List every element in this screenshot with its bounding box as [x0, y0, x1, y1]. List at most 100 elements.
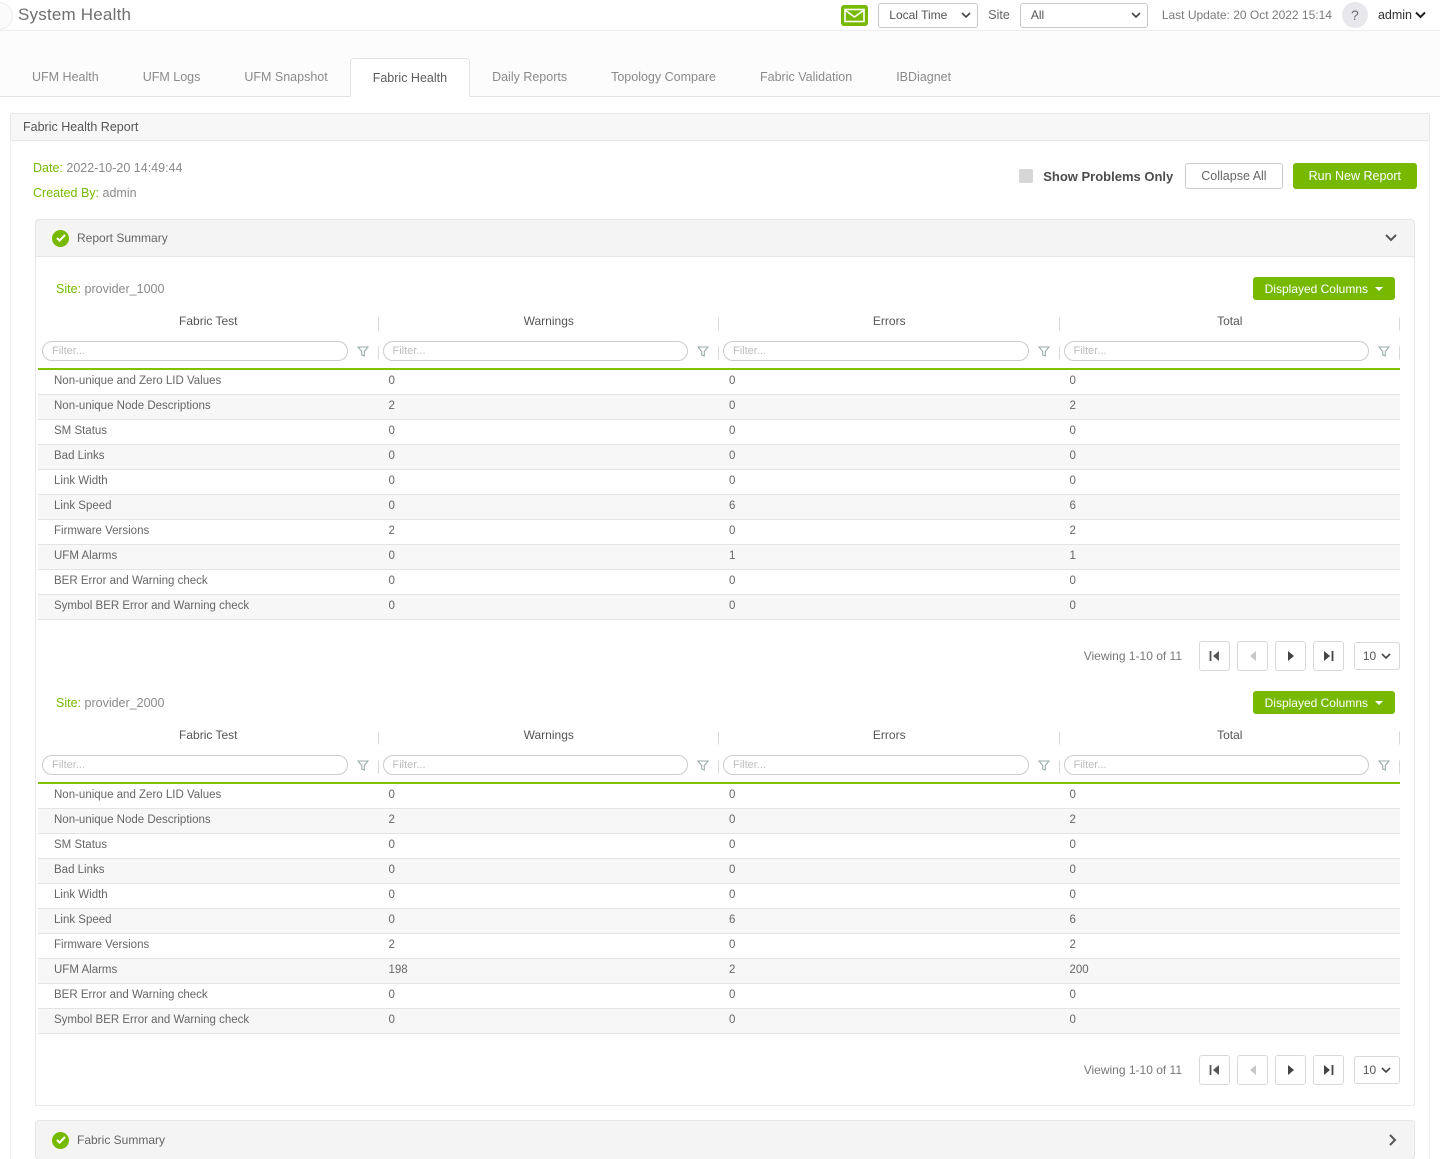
help-question-icon: ? [1351, 7, 1359, 23]
prev-page-button[interactable] [1237, 1055, 1268, 1085]
filter-input[interactable] [42, 341, 348, 361]
tab-ufm-logs[interactable]: UFM Logs [121, 58, 223, 96]
success-check-icon [52, 230, 69, 247]
column-header-total: Total [1060, 724, 1401, 751]
filter-input[interactable] [1064, 341, 1370, 361]
last-update-text: Last Update: 20 Oct 2022 15:14 [1162, 8, 1332, 22]
first-page-button[interactable] [1199, 641, 1230, 671]
run-new-report-button[interactable]: Run New Report [1293, 163, 1417, 189]
filter-funnel-icon[interactable] [1038, 346, 1050, 357]
last-page-button[interactable] [1313, 1055, 1344, 1085]
chevron-down-icon [1415, 11, 1426, 19]
cell-warnings: 2 [379, 809, 720, 834]
prev-page-button[interactable] [1237, 641, 1268, 671]
tab-ibdiagnet[interactable]: IBDiagnet [874, 58, 973, 96]
filter-funnel-icon[interactable] [357, 346, 369, 357]
cell-warnings: 198 [379, 959, 720, 984]
cell-test: Symbol BER Error and Warning check [38, 1009, 379, 1034]
cell-test: Non-unique Node Descriptions [38, 395, 379, 420]
page-size-select[interactable]: 10 [1354, 1056, 1400, 1084]
displayed-columns-button[interactable]: Displayed Columns [1253, 691, 1395, 714]
table-row: BER Error and Warning check000 [38, 984, 1400, 1009]
filter-funnel-icon[interactable] [1038, 760, 1050, 771]
first-page-button[interactable] [1199, 1055, 1230, 1085]
cell-total: 0 [1060, 369, 1401, 395]
table-row: SM Status000 [38, 420, 1400, 445]
cell-errors: 0 [719, 859, 1060, 884]
cell-test: BER Error and Warning check [38, 570, 379, 595]
report-summary-header[interactable]: Report Summary [35, 219, 1415, 257]
cell-total: 0 [1060, 859, 1401, 884]
tab-bar: UFM HealthUFM LogsUFM SnapshotFabric Hea… [0, 31, 1440, 97]
chevron-down-icon [1381, 1067, 1391, 1074]
filter-funnel-icon[interactable] [697, 346, 709, 357]
cell-errors: 0 [719, 984, 1060, 1009]
cell-warnings: 0 [379, 570, 720, 595]
next-page-button[interactable] [1275, 1055, 1306, 1085]
tab-fabric-health[interactable]: Fabric Health [350, 58, 470, 97]
page-size-value: 10 [1363, 649, 1376, 663]
filter-funnel-icon[interactable] [697, 760, 709, 771]
filter-input[interactable] [723, 755, 1029, 775]
filter-input[interactable] [723, 341, 1029, 361]
column-header-warnings: Warnings [379, 724, 720, 751]
fabric-summary-header[interactable]: Fabric Summary [35, 1120, 1415, 1159]
filter-funnel-icon[interactable] [1378, 346, 1390, 357]
site-line: Site: provider_1000 [56, 282, 164, 296]
cell-total: 6 [1060, 495, 1401, 520]
chevron-down-icon [1384, 233, 1398, 243]
filter-input[interactable] [1064, 755, 1370, 775]
page-title: System Health [18, 5, 131, 25]
cell-errors: 2 [719, 959, 1060, 984]
filter-input[interactable] [383, 755, 689, 775]
top-header: System Health Local Time Site All Last U… [0, 0, 1440, 31]
success-check-icon [52, 1132, 69, 1149]
caret-down-icon [1375, 701, 1383, 705]
chevron-down-icon [1381, 653, 1391, 660]
last-page-button[interactable] [1313, 641, 1344, 671]
sidebar-toggle-circle[interactable] [0, 2, 13, 30]
next-page-button[interactable] [1275, 641, 1306, 671]
show-problems-only-checkbox[interactable] [1019, 169, 1033, 183]
table-row: Link Speed066 [38, 495, 1400, 520]
created-by-line: Created By: admin [33, 186, 182, 200]
report-actions: Show Problems Only Collapse All Run New … [1019, 161, 1417, 189]
cell-errors: 0 [719, 834, 1060, 859]
table-row: Bad Links000 [38, 859, 1400, 884]
displayed-columns-button[interactable]: Displayed Columns [1253, 277, 1395, 300]
fabric-summary-title: Fabric Summary [77, 1133, 165, 1147]
mail-icon[interactable] [841, 5, 868, 26]
tab-fabric-validation[interactable]: Fabric Validation [738, 58, 874, 96]
table-row: Link Width000 [38, 470, 1400, 495]
timezone-select[interactable]: Local Time [878, 3, 978, 28]
cell-test: UFM Alarms [38, 959, 379, 984]
site-select-value: All [1031, 8, 1044, 22]
column-header-errors: Errors [719, 310, 1060, 337]
filter-input[interactable] [42, 755, 348, 775]
tab-topology-compare[interactable]: Topology Compare [589, 58, 738, 96]
cell-test: Non-unique Node Descriptions [38, 809, 379, 834]
filter-funnel-icon[interactable] [357, 760, 369, 771]
user-menu[interactable]: admin [1378, 8, 1426, 22]
tab-ufm-snapshot[interactable]: UFM Snapshot [222, 58, 349, 96]
collapse-all-button[interactable]: Collapse All [1185, 163, 1282, 189]
tab-daily-reports[interactable]: Daily Reports [470, 58, 589, 96]
filter-input[interactable] [383, 341, 689, 361]
cell-errors: 6 [719, 909, 1060, 934]
cell-test: Non-unique and Zero LID Values [38, 783, 379, 809]
cell-errors: 0 [719, 520, 1060, 545]
tab-ufm-health[interactable]: UFM Health [10, 58, 121, 96]
site-block-provider-2000: Site: provider_2000 Displayed Columns Fa… [36, 691, 1414, 1085]
cell-total: 2 [1060, 809, 1401, 834]
displayed-columns-label: Displayed Columns [1265, 282, 1368, 296]
chevron-down-icon [1131, 12, 1141, 19]
fabric-health-report-panel: Fabric Health Report Date: 2022-10-20 14… [10, 113, 1430, 1159]
cell-total: 0 [1060, 595, 1401, 620]
column-header-warnings: Warnings [379, 310, 720, 337]
page-size-select[interactable]: 10 [1354, 642, 1400, 670]
cell-errors: 0 [719, 1009, 1060, 1034]
report-summary-section: Report Summary Site: provider_1000 Displ… [35, 219, 1415, 1106]
filter-funnel-icon[interactable] [1378, 760, 1390, 771]
site-select[interactable]: All [1020, 3, 1148, 28]
help-button[interactable]: ? [1342, 2, 1368, 28]
